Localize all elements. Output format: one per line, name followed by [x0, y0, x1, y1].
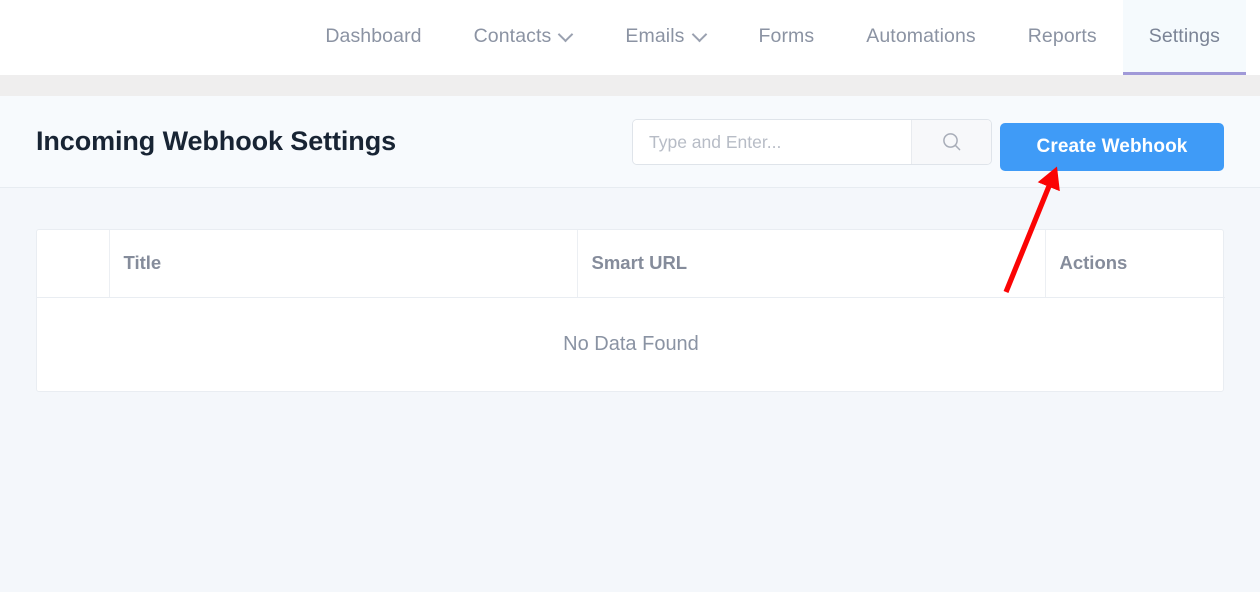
no-data-message: No Data Found — [37, 297, 1225, 391]
search-input[interactable] — [633, 120, 911, 164]
webhooks-table: Title Smart URL Actions No Data Found — [37, 230, 1225, 391]
table-header-actions: Actions — [1045, 230, 1225, 297]
search-icon — [941, 131, 963, 153]
nav-item-label: Emails — [625, 25, 684, 48]
webhooks-table-container: Title Smart URL Actions No Data Found — [36, 229, 1224, 392]
nav-item-emails[interactable]: Emails — [599, 0, 732, 75]
divider-strip — [0, 75, 1260, 96]
nav-item-automations[interactable]: Automations — [840, 0, 1002, 75]
top-navigation: Dashboard Contacts Emails Forms Automati… — [0, 0, 1260, 75]
page-title: Incoming Webhook Settings — [36, 126, 396, 157]
nav-item-label: Forms — [759, 25, 815, 48]
nav-item-reports[interactable]: Reports — [1002, 0, 1123, 75]
nav-right-spacer — [1246, 0, 1260, 75]
nav-item-label: Dashboard — [325, 25, 421, 48]
search-button[interactable] — [911, 120, 991, 164]
nav-item-label: Contacts — [474, 25, 552, 48]
nav-item-dashboard[interactable]: Dashboard — [299, 0, 447, 75]
nav-item-label: Settings — [1149, 25, 1220, 48]
table-header-checkbox — [37, 230, 109, 297]
nav-item-settings[interactable]: Settings — [1123, 0, 1246, 75]
table-header-title[interactable]: Title — [109, 230, 577, 297]
nav-item-label: Automations — [866, 25, 976, 48]
table-empty-row: No Data Found — [37, 297, 1225, 391]
table-header-smart-url[interactable]: Smart URL — [577, 230, 1045, 297]
chevron-down-icon — [694, 28, 707, 41]
chevron-down-icon — [560, 28, 573, 41]
create-webhook-button[interactable]: Create Webhook — [1000, 123, 1224, 171]
nav-item-forms[interactable]: Forms — [733, 0, 841, 75]
nav-item-contacts[interactable]: Contacts — [448, 0, 600, 75]
table-header-row: Title Smart URL Actions — [37, 230, 1225, 297]
app-root: Dashboard Contacts Emails Forms Automati… — [0, 0, 1260, 592]
table-body: No Data Found — [37, 297, 1225, 391]
table-header: Title Smart URL Actions — [37, 230, 1225, 297]
nav-item-label: Reports — [1028, 25, 1097, 48]
search-group — [632, 119, 992, 165]
